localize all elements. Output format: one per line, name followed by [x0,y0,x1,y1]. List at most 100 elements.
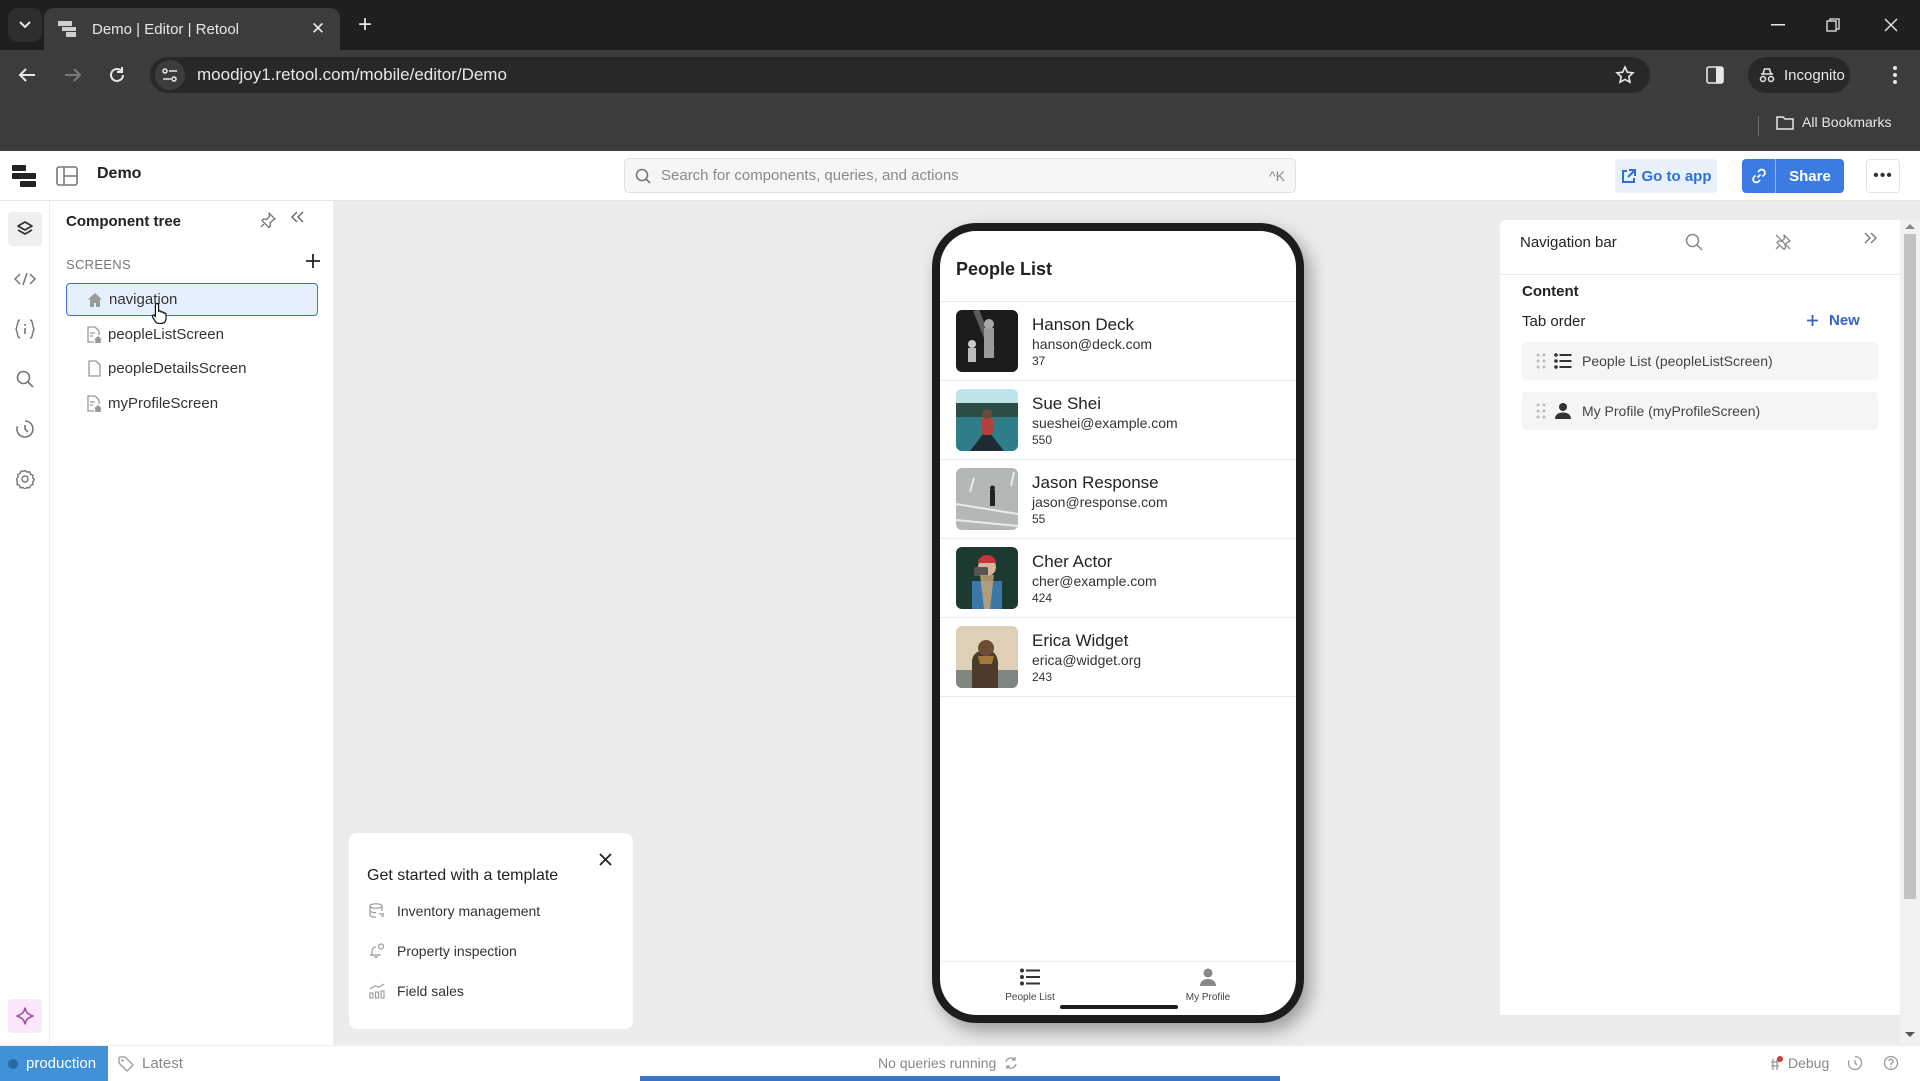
bookmark-star-button[interactable] [1610,60,1640,90]
restore-button[interactable] [1810,8,1856,42]
template-property-inspection[interactable]: Property inspection [369,943,517,959]
tune-icon [162,68,177,82]
tree-item-navigation[interactable]: navigation [66,283,318,316]
person-photo [956,310,1018,372]
query-status[interactable]: No queries running [878,1055,1018,1071]
browser-menu-button[interactable] [1880,60,1910,90]
url-text[interactable]: moodjoy1.retool.com/mobile/editor/Demo [197,65,1610,85]
rail-code-button[interactable] [8,262,42,296]
person-email: erica@widget.org [1032,651,1142,668]
phone-screen[interactable]: People List Hanson Deck hanson@deck.com … [940,231,1296,1015]
copy-link-button[interactable] [1742,159,1776,193]
pin-panel-button[interactable] [259,211,277,229]
person-value: 550 [1032,432,1053,447]
chevrons-left-icon [291,211,304,223]
person-value: 243 [1032,669,1053,684]
browser-tab[interactable]: Demo | Editor | Retool ✕ [44,8,340,50]
person-icon [1555,403,1571,419]
bookmarks-divider [1758,116,1759,136]
query-status-label: No queries running [878,1055,997,1071]
inspector-unpin-button[interactable] [1774,233,1792,251]
screen-home-icon [87,325,102,343]
person-name: Cher Actor [1032,551,1113,571]
minimize-button[interactable] [1755,8,1801,42]
scroll-up-arrow[interactable] [1905,224,1915,229]
tree-item-label: peopleDetailsScreen [108,360,247,377]
mobile-tab-people-list[interactable]: People List [970,968,1090,1003]
scroll-down-arrow[interactable] [1905,1032,1915,1037]
more-options-button[interactable]: ••• [1866,159,1900,193]
add-tab-button[interactable]: New [1806,312,1860,329]
tab-order-item[interactable]: People List (peopleListScreen) [1522,342,1878,380]
search-icon [635,168,651,184]
template-field-sales[interactable]: Field sales [369,983,464,999]
layers-icon [17,221,33,235]
close-window-button[interactable] [1868,8,1914,42]
environment-dot [8,1058,18,1069]
template-card: Get started with a template Inventory ma… [349,833,633,1029]
list-item[interactable]: Cher Actor cher@example.com 424 [940,539,1296,618]
list-item[interactable]: Hanson Deck hanson@deck.com 37 [940,302,1296,381]
forward-button[interactable] [58,60,88,90]
drag-handle-icon[interactable] [1536,353,1546,369]
tab-close-icon[interactable]: ✕ [308,19,328,39]
tree-item-peopleListScreen[interactable]: peopleListScreen [66,318,318,351]
inspector-search-button[interactable] [1685,233,1703,251]
new-tab-button[interactable]: + [352,12,378,38]
debug-button[interactable]: Debug [1768,1055,1829,1071]
mobile-tab-my-profile[interactable]: My Profile [1148,968,1268,1003]
command-search-input[interactable] [661,167,1270,184]
collapse-panel-button[interactable] [291,211,305,223]
template-label: Field sales [397,983,464,999]
link-icon [1751,168,1766,184]
database-icon [369,903,384,918]
list-item[interactable]: Jason Response jason@response.com 55 [940,460,1296,539]
close-icon [1884,18,1898,32]
tree-item-peopleDetailsScreen[interactable]: peopleDetailsScreen [66,352,318,385]
site-info-button[interactable] [155,60,185,90]
tree-item-myProfileScreen[interactable]: myProfileScreen [66,387,318,420]
rail-state-button[interactable] [8,312,42,346]
help-button[interactable] [1883,1055,1899,1071]
tab-order-item[interactable]: My Profile (myProfileScreen) [1522,392,1878,430]
add-screen-button[interactable] [305,253,321,269]
rail-settings-button[interactable] [8,462,42,496]
tag-icon [118,1055,134,1072]
inspector-collapse-button[interactable] [1863,232,1877,244]
template-card-close-button[interactable] [599,853,612,866]
back-button[interactable] [12,60,42,90]
minimize-icon [1771,24,1785,26]
retool-menu-button[interactable] [12,165,36,187]
go-to-app-button[interactable]: Go to app [1615,159,1717,193]
all-bookmarks-button[interactable]: All Bookmarks [1776,114,1891,130]
app-name[interactable]: Demo [97,165,141,183]
version-selector[interactable]: Latest [118,1055,183,1072]
history-button[interactable] [1847,1055,1863,1071]
tab-title: Demo | Editor | Retool [92,20,240,38]
side-panel-button[interactable] [1700,60,1730,90]
content-section-label: Content [1522,283,1579,300]
command-search[interactable]: ^K [624,158,1296,193]
tab-search-button[interactable] [8,8,42,42]
rail-history-button[interactable] [8,412,42,446]
share-button[interactable]: Share [1742,159,1844,193]
chevrons-right-icon [1864,232,1877,244]
search-shortcut-hint: ^K [1269,167,1285,184]
reload-button[interactable] [102,60,132,90]
rail-search-button[interactable] [8,362,42,396]
scroll-thumb[interactable] [1904,234,1916,899]
tab-order-label-text: People List (peopleListScreen) [1582,353,1773,369]
rail-component-tree-button[interactable] [8,212,42,246]
address-bar[interactable]: moodjoy1.retool.com/mobile/editor/Demo [150,57,1650,93]
list-item[interactable]: Sue Shei sueshei@example.com 550 [940,381,1296,460]
incognito-profile-button[interactable]: Incognito [1748,57,1850,93]
list-item[interactable]: Erica Widget erica@widget.org 243 [940,618,1296,697]
toggle-panels-button[interactable] [56,166,78,186]
ai-assist-button[interactable] [8,999,42,1033]
list-icon [1020,968,1040,986]
template-inventory-management[interactable]: Inventory management [369,903,540,919]
environment-selector[interactable]: production [0,1046,108,1081]
drag-handle-icon[interactable] [1536,403,1546,419]
history-icon [16,420,34,438]
inspector-scrollbar[interactable] [1900,220,1920,1045]
